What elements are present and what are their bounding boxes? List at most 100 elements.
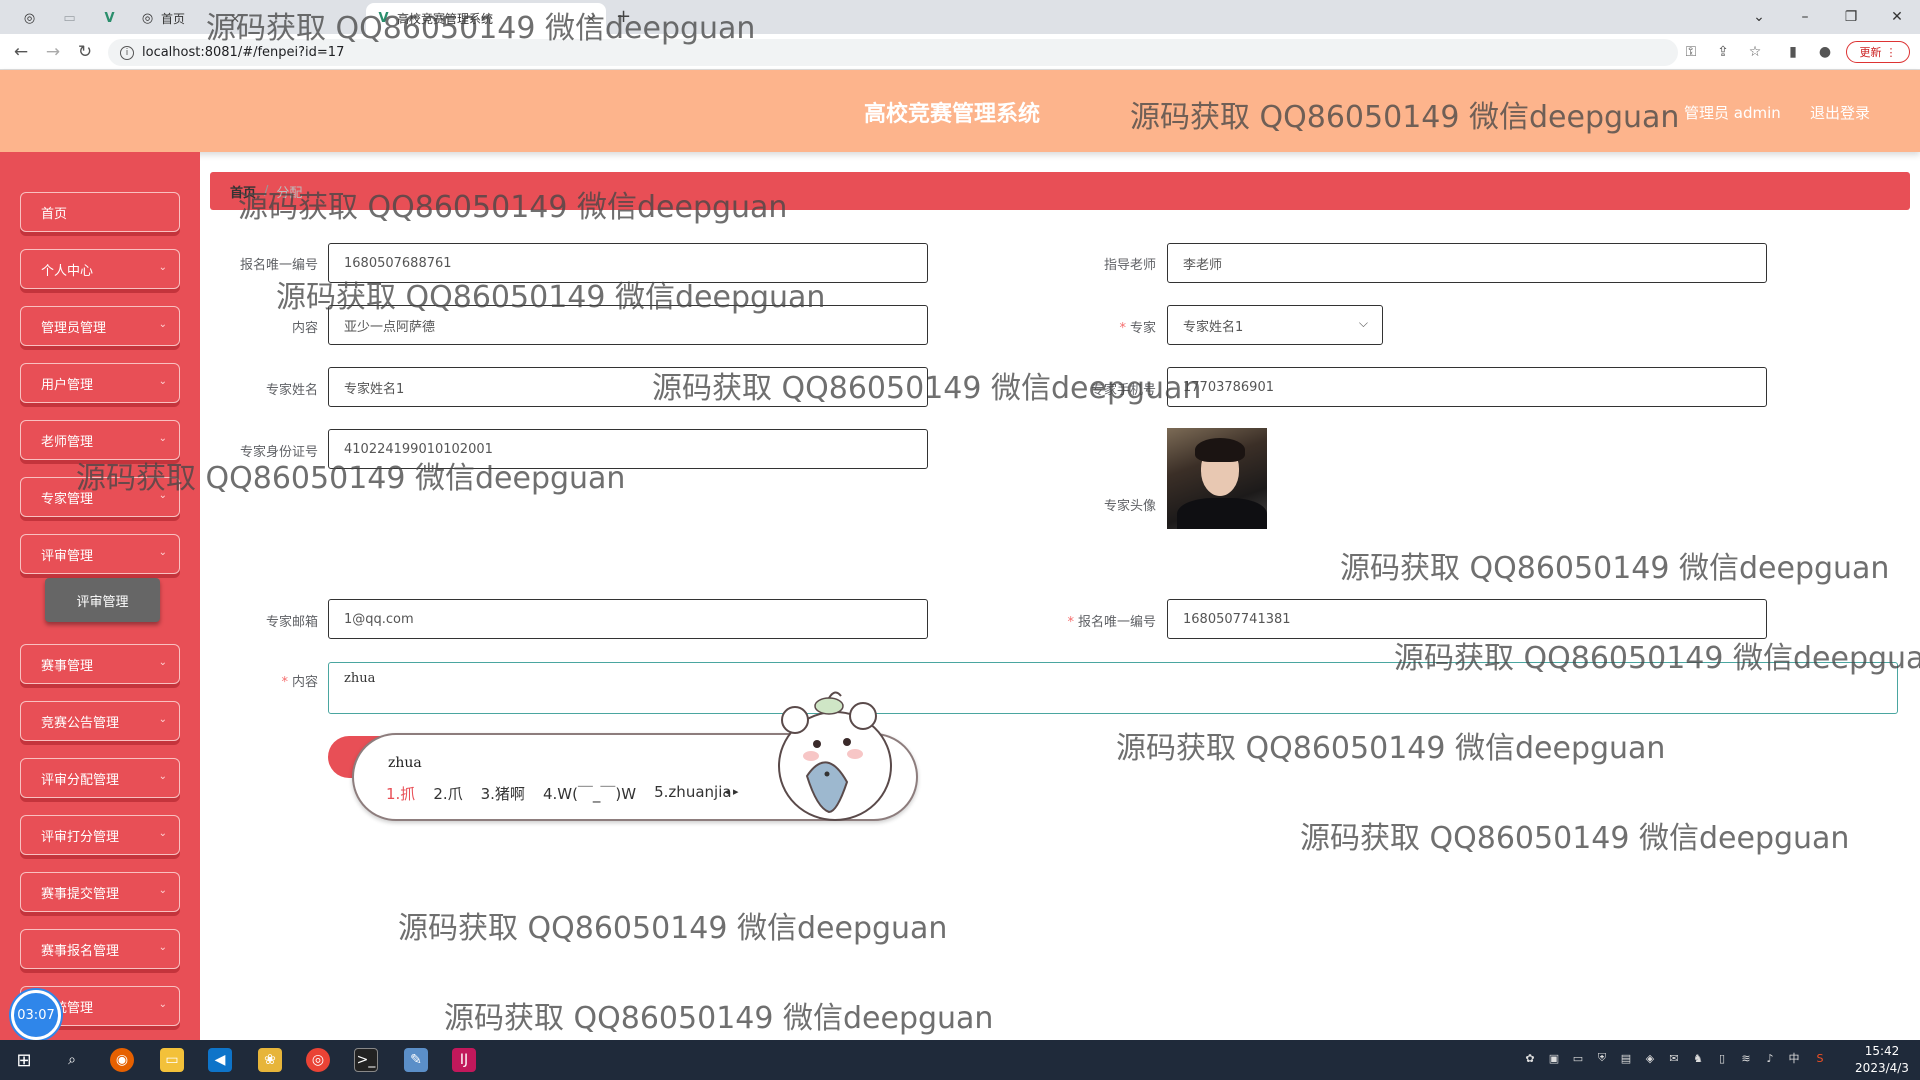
restore-icon[interactable]: ❐ [1828,0,1874,34]
browser-tab[interactable]: ◎ [12,3,53,34]
ime-candidate[interactable]: 5.zhuanjia [654,783,731,804]
chevron-down-icon: ⌄ [158,433,167,444]
expert-email-field[interactable]: 1@qq.com [328,599,928,639]
ime-candidate[interactable]: 4.W(￣_￣)W [543,783,636,804]
browser-tab-active[interactable]: V 高校竞赛管理系统 ✕ [366,3,606,34]
close-window-icon[interactable]: ✕ [1874,0,1920,34]
share-icon[interactable]: ⇪ [1714,43,1732,61]
intellij-icon[interactable]: IJ [452,1048,476,1072]
tab-search-icon[interactable]: ⌄ [1736,0,1782,34]
profile-icon[interactable]: ● [1816,43,1834,61]
update-button[interactable]: 更新 ⋮ [1846,41,1910,63]
teacher-field[interactable]: 李老师 [1167,243,1767,283]
sidebar-item[interactable]: 赛事提交管理 ⌄ [20,872,180,912]
tray-icon[interactable]: ◈ [1642,1050,1658,1066]
notepad-icon[interactable]: ✎ [404,1048,428,1072]
required-mark: * [1119,321,1126,336]
baoming-id2-field[interactable]: 1680507741381 [1167,599,1767,639]
sidebar-item[interactable]: 赛事报名管理 ⌄ [20,929,180,969]
sidebar-item[interactable]: 专家管理 ⌄ [20,477,180,517]
tray-icon[interactable]: ▭ [1570,1050,1586,1066]
content2-textarea[interactable]: zhua [328,662,1898,714]
sidebar-item[interactable]: 竞赛公告管理 ⌄ [20,701,180,741]
battery-icon[interactable]: ▯ [1714,1050,1730,1066]
vscode-icon[interactable]: ◀ [208,1048,232,1072]
sidebar-item[interactable]: 用户管理 ⌄ [20,363,180,403]
tray-icon[interactable]: ▣ [1546,1050,1562,1066]
clock-date: 2023/4/3 [1855,1061,1909,1075]
breadcrumb-home[interactable]: 首页 [230,182,256,201]
file-explorer-icon[interactable]: ▭ [160,1048,184,1072]
sidebar-item[interactable]: 评审分配管理 ⌄ [20,758,180,798]
baoming-id-field[interactable]: 1680507688761 [328,243,928,283]
sidebar-item[interactable]: 评审管理 ⌄ [20,534,180,574]
minimize-icon[interactable]: – [1782,0,1828,34]
breadcrumb: 首页 / 分配 [210,172,1910,210]
sidebar-submenu-item[interactable]: 评审管理 [45,578,160,622]
search-icon[interactable]: ⌕ [60,1048,84,1072]
teacher-label: 指导老师 [1103,258,1156,273]
close-tab-icon[interactable]: ✕ [230,12,240,26]
reload-icon[interactable]: ↻ [74,41,96,63]
expert-phone-label: 专家手机号 [1090,383,1156,398]
wifi-icon[interactable]: ≋ [1738,1050,1754,1066]
sidebar-item-label: 赛事报名管理 [41,943,120,959]
app-icon[interactable]: ❀ [258,1048,282,1072]
ime-candidate-list: 1.抓 2.爪 3.猪啊 4.W(￣_￣)W 5.zhuanjia [386,783,732,804]
info-icon[interactable]: i [120,45,134,60]
baoming-id2-label: * 报名唯一编号 [1067,615,1156,630]
expert-avatar-image[interactable] [1167,428,1267,529]
globe-icon: ◎ [23,11,36,26]
terminal-icon[interactable]: >_ [354,1048,378,1072]
ime-candidate[interactable]: 1.抓 [386,783,415,804]
shield-icon[interactable]: ⛨ [1594,1050,1610,1066]
tray-icon[interactable]: ▤ [1618,1050,1634,1066]
expert-phone-field[interactable]: 17703786901 [1167,367,1767,407]
expert-select[interactable]: 专家姓名1 ⌵ [1167,305,1383,345]
sidebar-item[interactable]: 评审打分管理 ⌄ [20,815,180,855]
sidebar-item-label: 评审打分管理 [41,829,120,845]
logout-link[interactable]: 退出登录 [1810,102,1870,123]
sogou-icon[interactable]: S [1812,1050,1828,1066]
sidebar-item-label: 专家管理 [41,491,94,507]
chrome-icon[interactable]: ◎ [306,1048,330,1072]
ime-candidate[interactable]: 3.猪啊 [481,783,525,804]
content-field[interactable]: 亚少一点阿萨德 [328,305,928,345]
ime-candidate[interactable]: 2.爪 [433,783,462,804]
expert-name-field[interactable]: 专家姓名1 [328,367,928,407]
taskbar-clock[interactable]: 15:42 2023/4/3 [1852,1043,1912,1077]
chevron-down-icon: ⌄ [158,771,167,782]
qq-icon[interactable]: ♞ [1690,1050,1706,1066]
ime-page-arrows[interactable]: ◂ ▸ [724,785,739,798]
avatar-hair-shape [1195,438,1245,462]
url-field[interactable]: i localhost:8081/#/fenpei?id=17 [108,39,1678,66]
sidebar-item[interactable]: 管理员管理 ⌄ [20,306,180,346]
wechat-icon[interactable]: ✉ [1666,1050,1682,1066]
close-tab-icon[interactable]: ✕ [586,12,596,26]
star-icon[interactable]: ☆ [1746,43,1764,61]
back-icon[interactable]: ← [10,41,32,63]
browser-tab[interactable]: ▭ [52,3,93,34]
sidebar-item[interactable]: 赛事管理 ⌄ [20,644,180,684]
watermark: 源码获取 QQ86050149 微信deepguan [398,911,948,946]
expert-idcard-field[interactable]: 410224199010102001 [328,429,928,469]
windows-start-icon[interactable]: ⊞ [12,1048,36,1072]
vue-icon: V [104,11,115,26]
sidebar-item[interactable]: 个人中心 ⌄ [20,249,180,289]
sidebar-item[interactable]: 老师管理 ⌄ [20,420,180,460]
browser-tab-home[interactable]: ◎ 首页 ✕ [130,3,250,34]
chevron-down-icon: ⌄ [158,885,167,896]
ime-indicator[interactable]: 中 [1786,1050,1802,1066]
side-panel-icon[interactable]: ▮ [1784,43,1802,61]
forward-icon[interactable]: → [42,41,64,63]
tray-icon[interactable]: ✿ [1522,1050,1538,1066]
firefox-icon[interactable]: ◉ [110,1048,134,1072]
chevron-down-icon: ⌄ [158,942,167,953]
sidebar-item[interactable]: 首页 [20,192,180,232]
key-icon[interactable]: ⚿ [1682,43,1700,61]
sidebar-item-label: 评审分配管理 [41,772,120,788]
browser-tab[interactable]: V [92,3,133,34]
new-tab-icon[interactable]: + [616,6,631,27]
volume-icon[interactable]: ♪ [1762,1050,1778,1066]
chevron-down-icon: ⌄ [158,657,167,668]
